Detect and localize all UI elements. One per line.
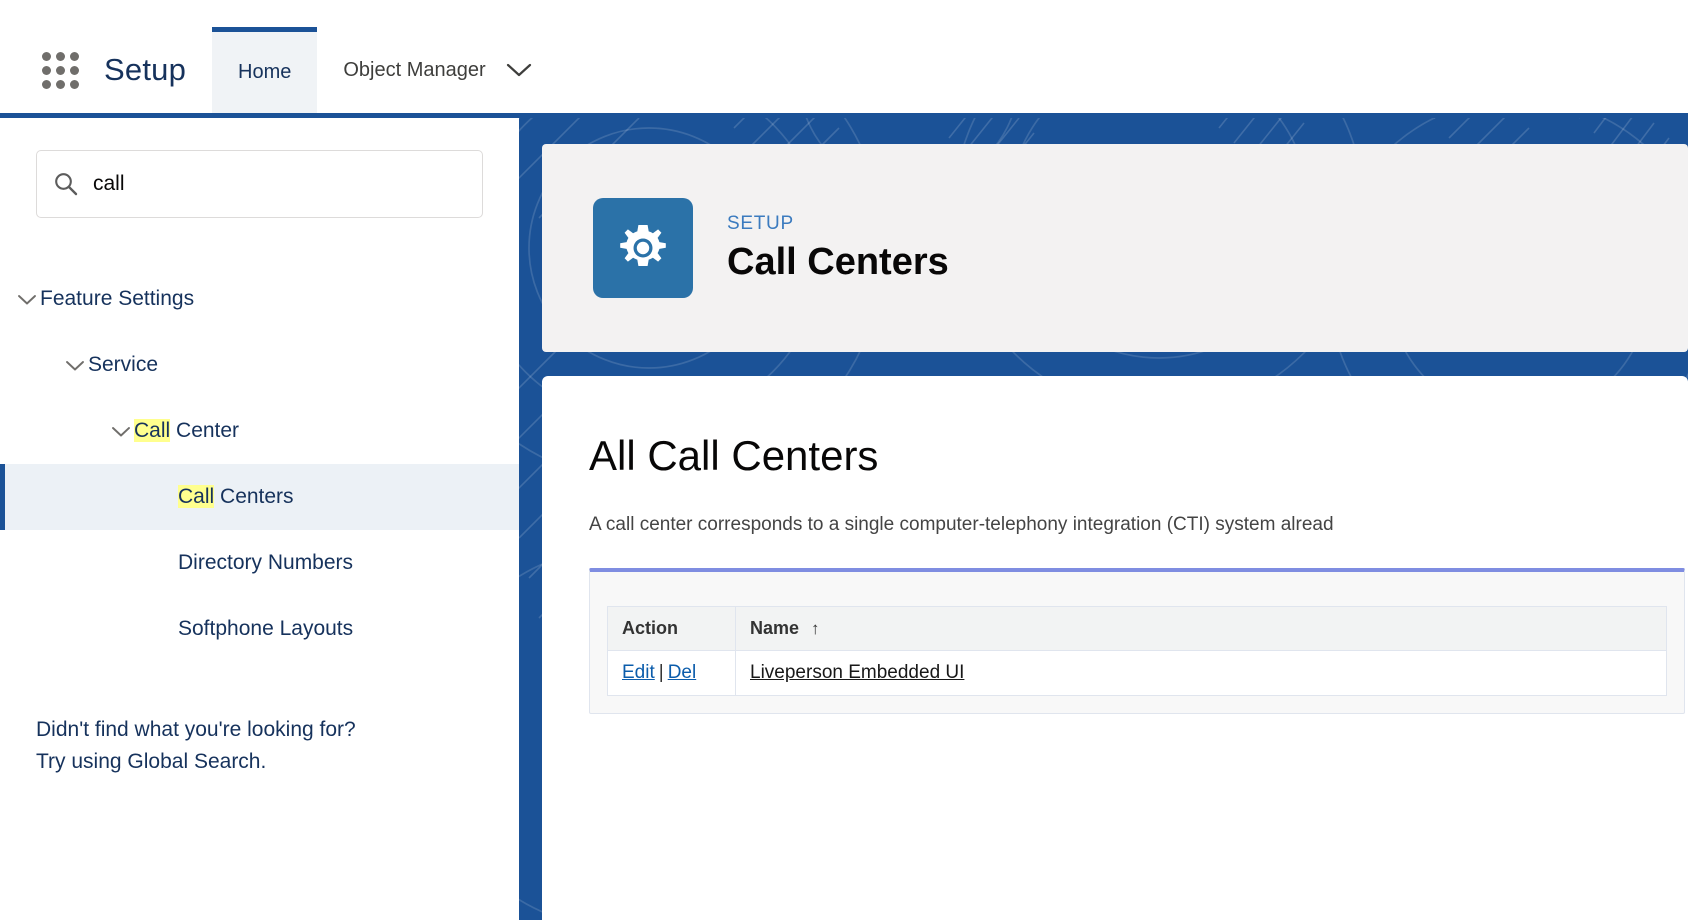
sidebar-footer-line-1: Didn't find what you're looking for? bbox=[36, 718, 356, 741]
content-heading: All Call Centers bbox=[589, 432, 879, 479]
sidebar-item-softphone-layouts-label: Softphone Layouts bbox=[178, 617, 354, 640]
search-box[interactable] bbox=[36, 150, 483, 218]
chevron-down-icon bbox=[14, 293, 40, 306]
content-card: All Call Centers A call center correspon… bbox=[542, 376, 1688, 920]
sidebar-item-directory-numbers[interactable]: Directory Numbers bbox=[0, 530, 519, 596]
setup-tree: Feature Settings Service Call Center Cal… bbox=[0, 266, 519, 662]
row-action-cell: Edit | Del bbox=[607, 650, 736, 696]
chevron-down-icon bbox=[108, 425, 134, 438]
tab-home[interactable]: Home bbox=[212, 27, 318, 113]
quick-find-wrapper bbox=[0, 150, 519, 218]
setup-sidebar: Feature Settings Service Call Center Cal… bbox=[0, 118, 519, 920]
search-icon bbox=[53, 171, 79, 197]
app-launcher-button[interactable] bbox=[34, 27, 86, 113]
sidebar-footer-line-2: Try using Global Search. bbox=[36, 750, 267, 773]
sidebar-item-directory-numbers-label: Directory Numbers bbox=[178, 551, 354, 574]
chevron-down-icon bbox=[506, 62, 532, 78]
content-description: A call center corresponds to a single co… bbox=[589, 514, 1334, 535]
del-link[interactable]: Del bbox=[668, 662, 697, 683]
table-header-row: Action Name ↑ bbox=[607, 606, 1667, 651]
tree-node-service[interactable]: Service bbox=[0, 332, 519, 398]
tab-object-manager[interactable]: Object Manager bbox=[317, 27, 557, 113]
call-centers-list-panel: Action Name ↑ Edit | Del Liveperson Embedde… bbox=[589, 568, 1685, 714]
tree-node-feature-settings[interactable]: Feature Settings bbox=[0, 266, 519, 332]
gear-icon bbox=[593, 198, 693, 298]
tab-home-label: Home bbox=[238, 61, 292, 83]
tree-node-service-label: Service bbox=[88, 353, 159, 376]
call-center-name-link[interactable]: Liveperson Embedded UI bbox=[750, 662, 964, 683]
action-separator: | bbox=[658, 662, 664, 683]
edit-link[interactable]: Edit bbox=[622, 662, 655, 683]
column-header-name-label: Name bbox=[750, 618, 800, 638]
search-match-highlight: Call bbox=[134, 419, 171, 442]
tree-node-call-center[interactable]: Call Center bbox=[0, 398, 519, 464]
sidebar-item-call-centers-label: Call Centers bbox=[178, 485, 294, 508]
page-header-card: SETUP Call Centers bbox=[542, 144, 1688, 352]
search-input[interactable] bbox=[93, 172, 466, 196]
global-header-tabs: Home Object Manager bbox=[212, 27, 558, 113]
tree-node-feature-settings-label: Feature Settings bbox=[40, 287, 195, 310]
sidebar-footer: Didn't find what you're looking for? Try… bbox=[0, 714, 519, 778]
column-header-action[interactable]: Action bbox=[607, 606, 736, 651]
sidebar-item-softphone-layouts[interactable]: Softphone Layouts bbox=[0, 596, 519, 662]
tab-object-manager-label: Object Manager bbox=[343, 58, 486, 81]
page-title: Call Centers bbox=[727, 240, 949, 283]
chevron-down-icon bbox=[62, 359, 88, 372]
sort-ascending-icon: ↑ bbox=[811, 619, 820, 638]
search-match-highlight: Call bbox=[178, 485, 215, 508]
app-launcher-grid-icon bbox=[41, 51, 79, 89]
table-row: Edit | Del Liveperson Embedded UI bbox=[607, 650, 1667, 696]
global-header: Setup Home Object Manager bbox=[0, 0, 1688, 118]
sidebar-item-call-centers[interactable]: Call Centers bbox=[0, 464, 519, 530]
tree-node-call-center-label: Call Center bbox=[134, 419, 240, 442]
main-content-area: SETUP Call Centers All Call Centers A ca… bbox=[519, 118, 1688, 920]
row-name-cell: Liveperson Embedded UI bbox=[735, 650, 1667, 696]
column-header-name[interactable]: Name ↑ bbox=[735, 606, 1667, 651]
page-header-eyebrow: SETUP bbox=[727, 212, 794, 234]
call-centers-table: Action Name ↑ Edit | Del Liveperson Embedde… bbox=[607, 606, 1667, 696]
setup-title: Setup bbox=[104, 52, 187, 87]
